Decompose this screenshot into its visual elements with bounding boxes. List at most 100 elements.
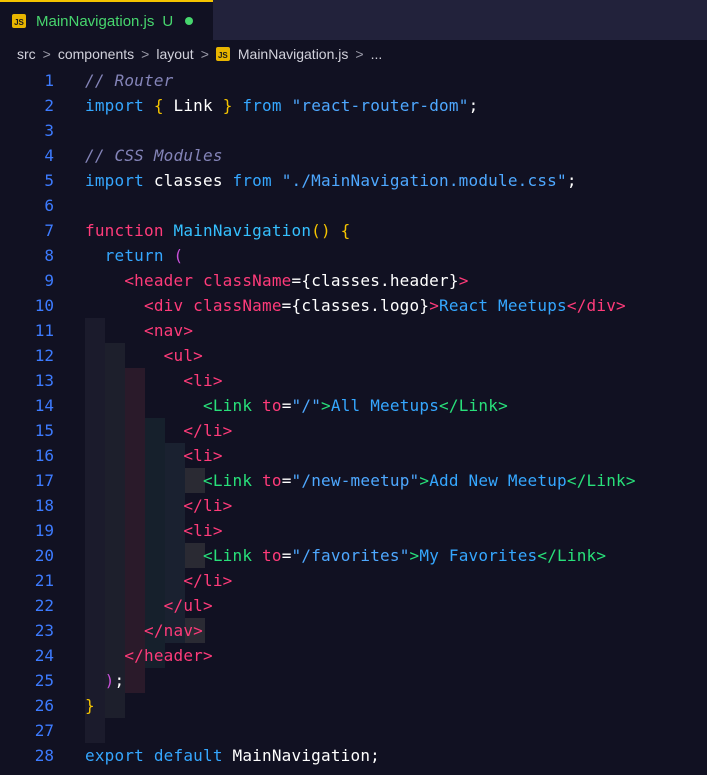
line-number: 20 [34, 546, 54, 565]
token-paren: ( [163, 246, 184, 265]
line-number: 27 [34, 721, 54, 740]
token-tag: <li> [183, 521, 223, 540]
code-line: 11 <nav> [0, 318, 707, 343]
code-text: // CSS Modules [85, 143, 223, 168]
unsaved-dot-icon[interactable] [185, 17, 194, 25]
token-attribute: to [252, 546, 282, 565]
code-line: 27 [0, 718, 707, 743]
token-tag: > [458, 271, 469, 290]
tab-main-navigation[interactable]: JS MainNavigation.js U [0, 0, 213, 40]
token-component: Link [212, 396, 253, 415]
chevron-right-icon: > [141, 46, 150, 62]
code-line: 18 </li> [0, 493, 707, 518]
token-identifier: MainNavigation [222, 746, 371, 765]
code-line: 24 </header> [0, 643, 707, 668]
token-brace: } [222, 96, 233, 115]
token-paren: () [311, 221, 331, 240]
code-line: 10 <div className={classes.logo}>React M… [0, 293, 707, 318]
line-number: 9 [44, 271, 54, 290]
token-tag: <ul> [163, 346, 204, 365]
line-number: 3 [44, 121, 54, 140]
code-text: </li> [85, 493, 233, 518]
code-line: 14 <Link to="/">All Meetups</Link> [0, 393, 707, 418]
token-string: "/" [291, 396, 322, 415]
token-tag: > [625, 471, 636, 490]
token-component: Link [557, 546, 597, 565]
breadcrumb-item-src[interactable]: src [17, 46, 36, 62]
line-number: 5 [44, 171, 54, 190]
token-tag: </nav> [144, 621, 203, 640]
code-text: </li> [85, 418, 233, 443]
line-number: 8 [44, 246, 54, 265]
token-punctuation: = [291, 271, 302, 290]
token-punctuation: ; [370, 746, 381, 765]
token-punctuation: = [281, 396, 292, 415]
token-component: Link [458, 396, 499, 415]
code-line: 15 </li> [0, 418, 707, 443]
code-text: </ul> [85, 593, 213, 618]
token-brace: } [85, 696, 95, 715]
line-number: 24 [34, 646, 54, 665]
token-tag: </ [537, 546, 558, 565]
code-text: <li> [85, 368, 223, 393]
line-number: 11 [34, 321, 54, 340]
token-tag: <li> [183, 371, 223, 390]
line-number: 10 [34, 296, 54, 315]
code-text: import { Link } from "react-router-dom"; [85, 93, 478, 118]
code-line: 23 </nav> [0, 618, 707, 643]
token-identifier: Link [163, 96, 223, 115]
token-text: React Meetups [439, 296, 567, 315]
token-text: All Meetups [330, 396, 440, 415]
token-tag: > [321, 396, 331, 415]
code-text: <div className={classes.logo}>React Meet… [85, 293, 626, 318]
code-line: 1 // Router [0, 68, 707, 93]
token-keyword: from [232, 171, 272, 190]
token-attribute: className [183, 296, 282, 315]
breadcrumb-item-layout[interactable]: layout [156, 46, 193, 62]
code-text: <nav> [85, 318, 193, 343]
code-text: export default MainNavigation; [85, 743, 380, 768]
code-text: </nav> [85, 618, 203, 643]
token-identifier: classes [144, 171, 233, 190]
token-tag: </li> [183, 571, 233, 590]
javascript-file-icon: JS [215, 47, 230, 61]
token-string: "react-router-dom" [291, 96, 469, 115]
token-tag: < [203, 471, 213, 490]
token-tag: <li> [183, 446, 223, 465]
token-string: "/favorites" [291, 546, 410, 565]
token-punctuation: ; [566, 171, 577, 190]
token-tag: < [203, 396, 213, 415]
line-number: 19 [34, 521, 54, 540]
breadcrumb-item-file[interactable]: MainNavigation.js [238, 46, 349, 62]
code-line: 28 export default MainNavigation; [0, 743, 707, 768]
code-line: 5 import classes from "./MainNavigation.m… [0, 168, 707, 193]
token-brace: { [153, 96, 164, 115]
breadcrumb-item-symbols[interactable]: ... [371, 46, 383, 62]
token-keyword: function [85, 221, 164, 240]
token-tag: </ [439, 396, 459, 415]
code-line: 12 <ul> [0, 343, 707, 368]
code-text: return ( [85, 243, 183, 268]
code-text: <header className={classes.header}> [85, 268, 469, 293]
code-line: 26} [0, 693, 707, 718]
token-tag: > [596, 546, 607, 565]
line-number: 7 [44, 221, 54, 240]
chevron-right-icon: > [355, 46, 364, 62]
javascript-file-icon: JS [12, 14, 26, 28]
line-number: 22 [34, 596, 54, 615]
token-punctuation: = [281, 296, 292, 315]
line-number: 12 [34, 346, 54, 365]
token-attribute: to [252, 396, 282, 415]
breadcrumb-item-components[interactable]: components [58, 46, 134, 62]
token-string: "./MainNavigation.module.css" [281, 171, 567, 190]
code-line: 9 <header className={classes.header}> [0, 268, 707, 293]
code-line: 3 [0, 118, 707, 143]
line-number: 4 [44, 146, 54, 165]
token-tag: > [419, 471, 430, 490]
code-line: 19 <li> [0, 518, 707, 543]
code-editor[interactable]: 1 // Router 2 import { Link } from "react-… [0, 68, 707, 775]
token-tag: <header [124, 271, 194, 290]
chevron-right-icon: > [42, 46, 51, 62]
token-comment: // CSS Modules [85, 146, 223, 165]
line-number: 26 [34, 696, 54, 715]
